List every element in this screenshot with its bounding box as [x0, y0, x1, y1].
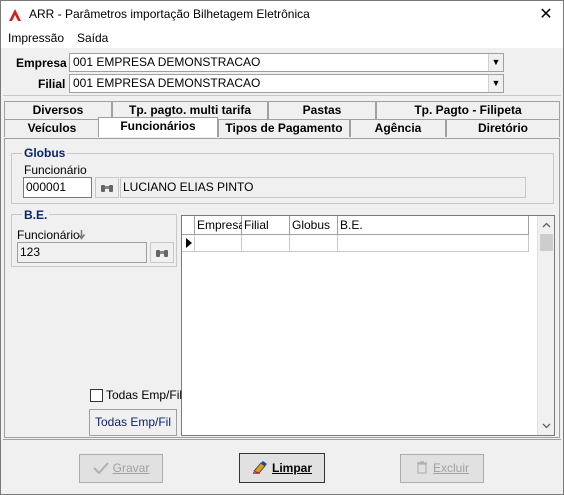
limpar-button-label: Limpar [271, 461, 312, 475]
current-row-arrow-icon [186, 238, 192, 248]
be-group-title: B.E. [22, 208, 50, 222]
tab-pastas[interactable]: Pastas [268, 101, 376, 119]
grid-header-empresa[interactable]: Empresa [195, 216, 245, 235]
eraser-icon [252, 461, 267, 474]
grid-vertical-scrollbar[interactable] [537, 216, 554, 435]
tab-agencia[interactable]: Agência [350, 119, 446, 137]
tab-diversos[interactable]: Diversos [4, 101, 112, 119]
excluir-button-label: Excluir [432, 461, 469, 475]
title-bar: ARR - Parâmetros importação Bilhetagem E… [1, 1, 563, 29]
be-funcionario-input[interactable]: 123 [17, 242, 147, 263]
be-funcionario-label: Funcionário [17, 228, 80, 242]
scroll-thumb[interactable] [540, 234, 553, 251]
main-window: ARR - Parâmetros importação Bilhetagem E… [0, 0, 564, 495]
grid-cell-empresa[interactable] [195, 235, 242, 252]
tab-funcionarios[interactable]: Funcionários [98, 117, 218, 137]
chevron-down-icon[interactable]: ▼ [488, 75, 503, 92]
tab-diretorio[interactable]: Diretório [446, 119, 560, 137]
tab-veiculos[interactable]: Veículos [4, 119, 100, 137]
grid-indicator-header [182, 216, 195, 235]
chevron-down-icon[interactable]: ▼ [488, 54, 503, 71]
menu-bar: Impressão Saída [1, 29, 563, 48]
gravar-button-label: Gravar [112, 461, 150, 475]
scroll-up-icon[interactable] [539, 218, 554, 233]
checkmark-icon [92, 462, 109, 475]
menu-impressao[interactable]: Impressão [8, 31, 64, 45]
company-panel: Empresa 001 EMPRESA DEMONSTRACAO ▼ Filia… [3, 48, 561, 96]
todas-emp-fil-checkbox[interactable] [90, 389, 103, 402]
empresa-select-value: 001 EMPRESA DEMONSTRACAO [73, 55, 261, 69]
window-title: ARR - Parâmetros importação Bilhetagem E… [29, 7, 310, 21]
filial-select[interactable]: 001 EMPRESA DEMONSTRACAO ▼ [69, 74, 504, 93]
binoculars-icon [156, 250, 168, 257]
todas-emp-fil-button[interactable]: Todas Emp/Fil [89, 409, 177, 436]
mapping-grid[interactable]: Empresa Filial Globus B.E. [181, 215, 555, 436]
excluir-button[interactable]: Excluir [400, 454, 484, 483]
grid-header-globus[interactable]: Globus [290, 216, 338, 235]
be-search-button[interactable] [150, 242, 174, 263]
tab-tp-pagto-filipeta[interactable]: Tp. Pagto - Filipeta [376, 101, 560, 119]
trash-icon [416, 461, 427, 474]
globus-funcionario-label: Funcionário [24, 163, 87, 177]
gravar-button[interactable]: Gravar [79, 454, 163, 483]
limpar-button[interactable]: Limpar [239, 453, 325, 483]
app-logo-icon [9, 9, 21, 21]
globus-funcionario-name: LUCIANO ELIAS PINTO [120, 177, 526, 198]
filial-select-value: 001 EMPRESA DEMONSTRACAO [73, 76, 261, 90]
empresa-label: Empresa [16, 56, 67, 70]
menu-saida[interactable]: Saída [77, 31, 108, 45]
todas-emp-fil-checkbox-label: Todas Emp/Fil [106, 388, 183, 402]
grid-row-indicator [182, 235, 195, 252]
sort-down-arrow-icon [77, 230, 86, 240]
grid-cell-globus[interactable] [290, 235, 338, 252]
grid-header-filial[interactable]: Filial [242, 216, 290, 235]
tab-tipos-de-pagamento[interactable]: Tipos de Pagamento [218, 119, 350, 137]
globus-group-title: Globus [22, 146, 68, 160]
globus-funcionario-code-input[interactable]: 000001 [23, 177, 92, 198]
empresa-select[interactable]: 001 EMPRESA DEMONSTRACAO ▼ [69, 53, 504, 72]
grid-header-be[interactable]: B.E. [338, 216, 529, 235]
scroll-down-icon[interactable] [539, 418, 554, 433]
globus-search-button[interactable] [95, 177, 119, 198]
filial-label: Filial [38, 77, 66, 91]
grid-cell-filial[interactable] [242, 235, 290, 252]
grid-cell-be[interactable] [338, 235, 529, 252]
binoculars-icon [101, 185, 113, 192]
close-button[interactable]: ✕ [529, 1, 563, 29]
